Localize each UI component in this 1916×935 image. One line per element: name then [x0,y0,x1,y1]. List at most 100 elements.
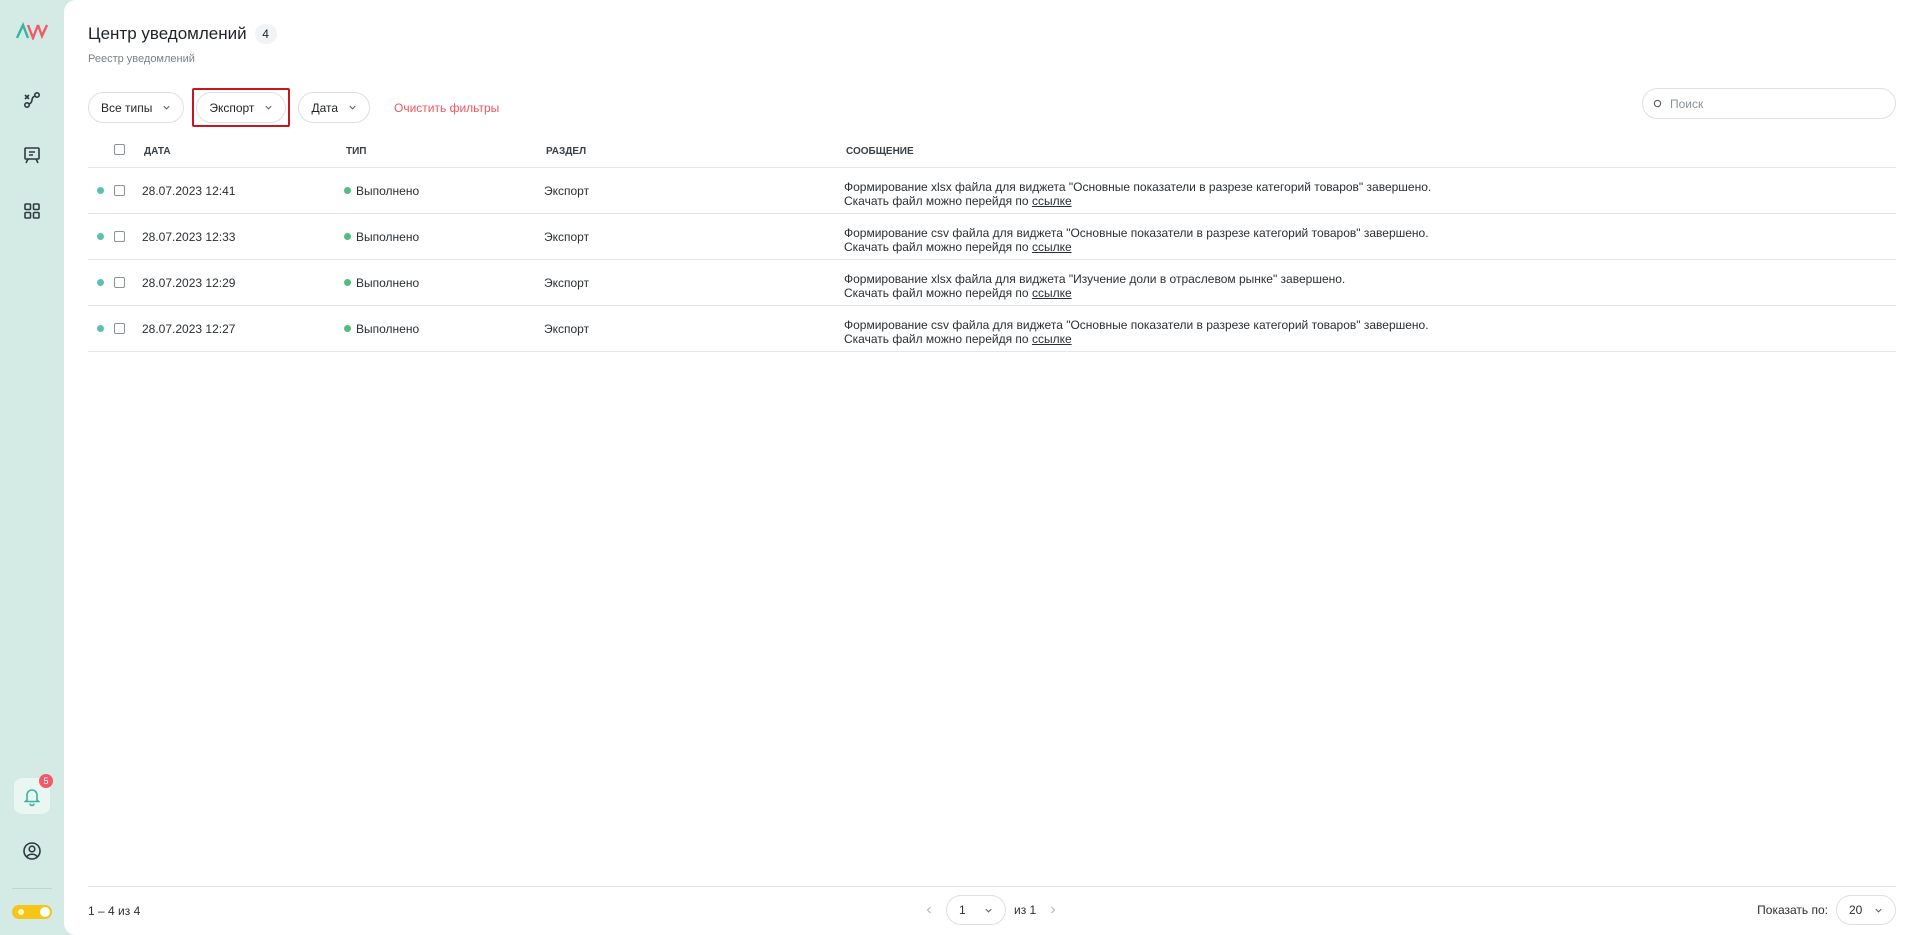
chevron-down-icon [265,105,273,110]
row-checkbox[interactable] [114,185,125,196]
sun-icon [18,909,24,915]
row-message: Формирование csv файла для виджета "Осно… [844,318,1429,346]
row-status: Выполнено [344,230,419,244]
board-icon [24,147,40,164]
column-type[interactable]: Тип [346,146,366,157]
row-section: Экспорт [544,184,590,198]
download-link[interactable]: ссылке [1032,286,1072,300]
page-select[interactable]: 1 [946,895,1006,925]
column-date[interactable]: Дата [144,146,171,157]
row-message-text: Формирование xlsx файла для виджета "Осн… [844,180,1432,194]
chevron-right-icon [1051,906,1056,914]
row-status-label: Выполнено [356,276,420,290]
page-title: Центр уведомлений [88,24,247,43]
search-input[interactable] [1670,96,1880,111]
pagination: 1 из 1 [920,895,1062,925]
status-dot [344,233,351,240]
sidebar: 5 [0,0,64,935]
row-status-label: Выполнено [356,184,420,198]
prev-page-button[interactable] [920,901,938,919]
route-icon [23,91,41,109]
notifications-table: Дата Тип Раздел Сообщение 28.07.2023 12:… [88,138,1896,352]
search-icon [1653,99,1662,108]
chevron-down-icon [349,105,356,110]
user-circle-icon [23,842,41,860]
filters-bar: Все типы Экспорт Дата Очистить фильтры [88,88,499,127]
per-page-control: Показать по: 20 [1757,895,1896,925]
row-message-text: Формирование csv файла для виджета "Осно… [844,226,1429,240]
footer-divider [88,886,1896,887]
clear-filters-button[interactable]: Очистить фильтры [394,101,499,115]
filter-types[interactable]: Все типы [88,92,185,123]
row-message-download: Скачать файл можно перейдя по [844,332,1032,346]
nav-notifications[interactable]: 5 [14,774,53,814]
column-section[interactable]: Раздел [546,146,586,157]
row-message: Формирование xlsx файла для виджета "Изу… [844,272,1345,300]
chevron-down-icon [1875,908,1882,913]
table-row[interactable]: 28.07.2023 12:33 Выполнено Экспорт Форми… [88,214,1896,260]
filter-section-label: Экспорт [209,100,255,115]
next-page-button[interactable] [1044,901,1062,919]
row-message-download: Скачать файл можно перейдя по [844,240,1032,254]
row-message-text: Формирование xlsx файла для виджета "Изу… [844,272,1346,286]
table-row[interactable]: 28.07.2023 12:41 Выполнено Экспорт Форми… [88,168,1896,214]
row-date: 28.07.2023 12:41 [142,184,236,198]
main-panel: Центр уведомлений 4 Реестр уведомлений В… [64,0,1916,935]
row-status-label: Выполнено [356,322,420,336]
pagination-range: 1 – 4 из 4 [88,904,141,918]
nav-analytics[interactable] [14,82,50,118]
count-badge: 4 [254,24,277,44]
logo[interactable] [16,22,48,40]
table-header: Дата Тип Раздел Сообщение [88,138,1896,168]
nav-profile[interactable] [14,833,50,869]
page-total: из 1 [1014,903,1037,917]
table-row[interactable]: 28.07.2023 12:29 Выполнено Экспорт Форми… [88,260,1896,306]
row-message-download: Скачать файл можно перейдя по [844,194,1032,208]
theme-toggle[interactable] [12,905,52,919]
status-dot [344,325,351,332]
row-status: Выполнено [344,184,419,198]
per-page-select[interactable]: 20 [1836,895,1896,925]
row-checkbox[interactable] [114,277,125,288]
sidebar-divider [12,888,52,889]
download-link[interactable]: ссылке [1032,194,1072,208]
row-status: Выполнено [344,322,419,336]
unread-indicator [97,279,104,286]
row-message: Формирование xlsx файла для виджета "Осн… [844,180,1431,208]
row-date: 28.07.2023 12:33 [142,230,236,244]
filter-section[interactable]: Экспорт [196,92,287,123]
unread-indicator [97,325,104,332]
per-page-label: Показать по: [1757,903,1828,917]
column-message[interactable]: Сообщение [846,146,914,157]
table-row[interactable]: 28.07.2023 12:27 Выполнено Экспорт Форми… [88,306,1896,352]
row-section: Экспорт [544,276,590,290]
row-message: Формирование csv файла для виджета "Осно… [844,226,1429,254]
unread-indicator [97,187,104,194]
filter-section-highlight: Экспорт [192,88,291,127]
select-all-checkbox[interactable] [114,144,125,155]
row-date: 28.07.2023 12:29 [142,276,236,290]
row-status: Выполнено [344,276,419,290]
page-subtitle: Реестр уведомлений [88,53,195,65]
unread-indicator [97,233,104,240]
row-date: 28.07.2023 12:27 [142,322,236,336]
row-checkbox[interactable] [114,323,125,334]
row-status-label: Выполнено [356,230,420,244]
chevron-down-icon [985,908,992,913]
status-dot [344,279,351,286]
bell-icon [23,789,41,807]
notifications-badge: 5 [39,774,53,788]
download-link[interactable]: ссылке [1032,332,1072,346]
row-section: Экспорт [544,230,590,244]
row-message-text: Формирование csv файла для виджета "Осно… [844,318,1429,332]
row-checkbox[interactable] [114,231,125,242]
filter-types-label: Все типы [101,100,153,115]
chevron-left-icon [926,906,931,914]
download-link[interactable]: ссылке [1032,240,1072,254]
nav-presentations[interactable] [14,137,50,173]
row-section: Экспорт [544,322,590,336]
search-box[interactable] [1642,88,1896,119]
title-row: Центр уведомлений 4 [88,24,277,44]
filter-date[interactable]: Дата [298,92,371,123]
nav-widgets[interactable] [14,193,50,229]
